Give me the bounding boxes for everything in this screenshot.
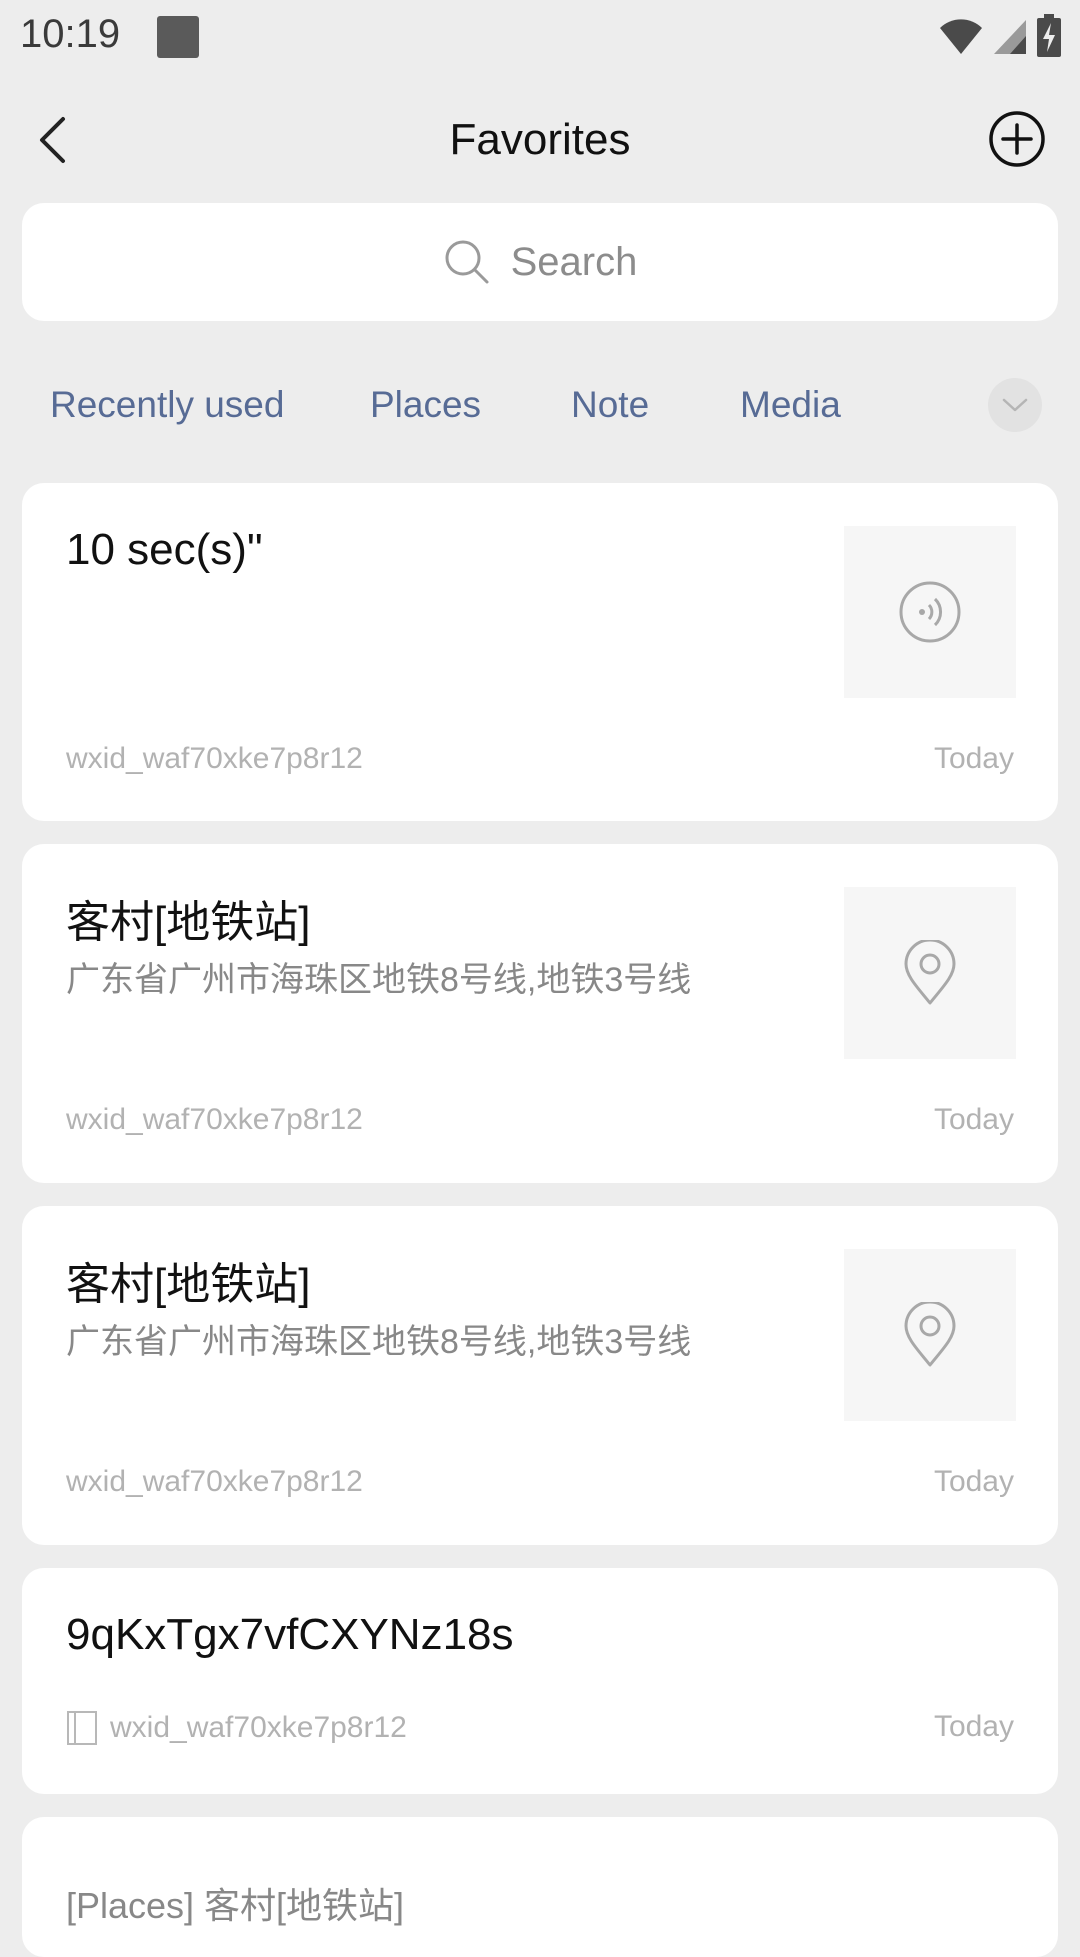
add-circle-icon	[989, 111, 1045, 167]
search-placeholder: Search	[510, 239, 638, 284]
add-button[interactable]	[984, 106, 1050, 172]
item-title: 10 sec(s)"	[66, 525, 263, 574]
item-source: wxid_waf70xke7p8r12	[66, 742, 363, 776]
item-source-label: wxid_waf70xke7p8r12	[110, 1711, 407, 1744]
favorite-item-place[interactable]: 客村[地铁站] 广东省广州市海珠区地铁8号线,地铁3号线 wxid_waf70x…	[22, 1206, 1058, 1545]
item-source-label: wxid_waf70xke7p8r12	[66, 1103, 363, 1136]
title-bar: Favorites	[0, 90, 1080, 190]
item-title: 9qKxTgx7vfCXYNz18s	[66, 1610, 514, 1659]
item-time: Today	[933, 1710, 1014, 1743]
wifi-icon	[940, 19, 982, 54]
item-snippet: [Places] 客村[地铁站]	[66, 1885, 405, 1926]
item-time: Today	[933, 1465, 1014, 1498]
item-thumbnail	[844, 887, 1016, 1059]
page-title: Favorites	[449, 115, 631, 164]
item-thumbnail	[844, 526, 1016, 698]
tab-places[interactable]: Places	[370, 370, 481, 440]
search-icon	[445, 240, 489, 284]
signal-icon	[994, 20, 1026, 54]
expand-tabs-button[interactable]	[988, 378, 1042, 432]
tab-note[interactable]: Note	[571, 370, 649, 440]
favorite-item-place[interactable]: 客村[地铁站] 广东省广州市海珠区地铁8号线,地铁3号线 wxid_waf70x…	[22, 844, 1058, 1183]
status-time: 10:19	[20, 12, 121, 56]
item-subtitle: 广东省广州市海珠区地铁8号线,地铁3号线	[66, 961, 692, 999]
notification-square-icon	[157, 16, 199, 58]
item-source: wxid_waf70xke7p8r12	[66, 1465, 363, 1499]
item-thumbnail	[844, 1249, 1016, 1421]
favorite-item-note[interactable]: 9qKxTgx7vfCXYNz18s wxid_waf70xke7p8r12 T…	[22, 1568, 1058, 1794]
item-source: wxid_waf70xke7p8r12	[66, 1103, 363, 1137]
category-tabs: Recently used Places Note Media	[0, 370, 1080, 440]
item-time: Today	[933, 1103, 1014, 1136]
chevron-down-icon	[1002, 398, 1028, 412]
location-pin-icon	[904, 940, 956, 1005]
tab-recently-used[interactable]: Recently used	[50, 370, 284, 440]
note-icon	[67, 1711, 97, 1745]
location-pin-icon	[904, 1302, 956, 1367]
item-source-label: wxid_waf70xke7p8r12	[66, 742, 363, 775]
tab-media[interactable]: Media	[740, 370, 841, 440]
status-bar: 10:19	[0, 0, 1080, 75]
favorite-item-voice[interactable]: 10 sec(s)" wxid_waf70xke7p8r12 Today	[22, 483, 1058, 821]
item-subtitle: 广东省广州市海珠区地铁8号线,地铁3号线	[66, 1323, 692, 1361]
status-icons	[938, 14, 1062, 58]
item-source-label: wxid_waf70xke7p8r12	[66, 1465, 363, 1498]
voice-icon	[899, 581, 961, 643]
favorite-item-chat-record[interactable]: [Places] 客村[地铁站]	[22, 1817, 1058, 1957]
search-input[interactable]: Search	[22, 203, 1058, 321]
item-title: 客村[地铁站]	[66, 1260, 311, 1309]
item-time: Today	[933, 742, 1014, 775]
item-source: wxid_waf70xke7p8r12	[66, 1710, 407, 1746]
item-title: 客村[地铁站]	[66, 898, 311, 947]
battery-charging-icon	[1037, 14, 1061, 57]
